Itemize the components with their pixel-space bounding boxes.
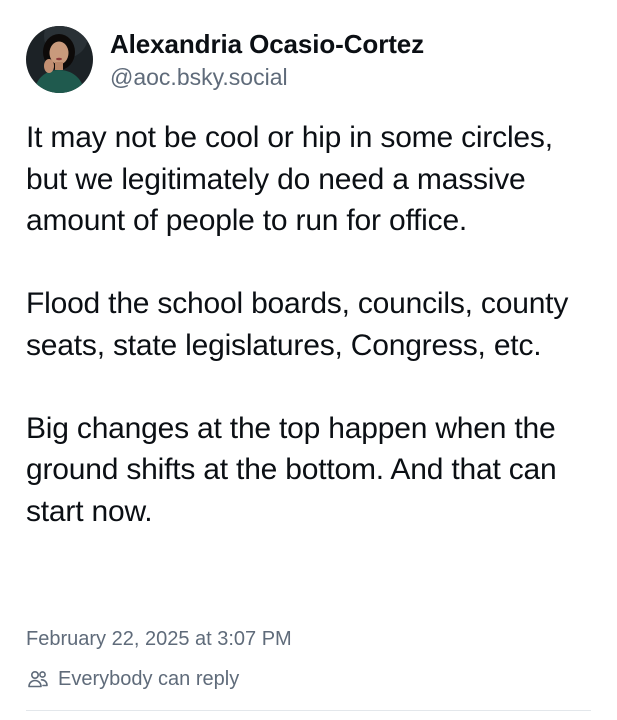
divider [26,710,591,711]
avatar-image [26,26,93,93]
reply-setting: Everybody can reply [26,665,239,693]
post-paragraph: It may not be cool or hip in some circle… [26,121,553,237]
post-paragraph: Big changes at the top happen when the g… [26,411,557,528]
author-handle[interactable]: @aoc.bsky.social [110,62,424,92]
author-meta: Alexandria Ocasio-Cortez @aoc.bsky.socia… [110,28,424,92]
author-row[interactable]: Alexandria Ocasio-Cortez @aoc.bsky.socia… [26,26,424,93]
reply-setting-label: Everybody can reply [58,668,240,690]
post-paragraph: Flood the school boards, councils, count… [26,287,569,362]
post-card: Alexandria Ocasio-Cortez @aoc.bsky.socia… [0,0,617,720]
author-display-name[interactable]: Alexandria Ocasio-Cortez [110,28,424,60]
avatar[interactable] [26,26,93,93]
people-icon [26,667,50,691]
post-timestamp[interactable]: February 22, 2025 at 3:07 PM [26,625,292,653]
post-text: It may not be cool or hip in some circle… [26,117,598,532]
